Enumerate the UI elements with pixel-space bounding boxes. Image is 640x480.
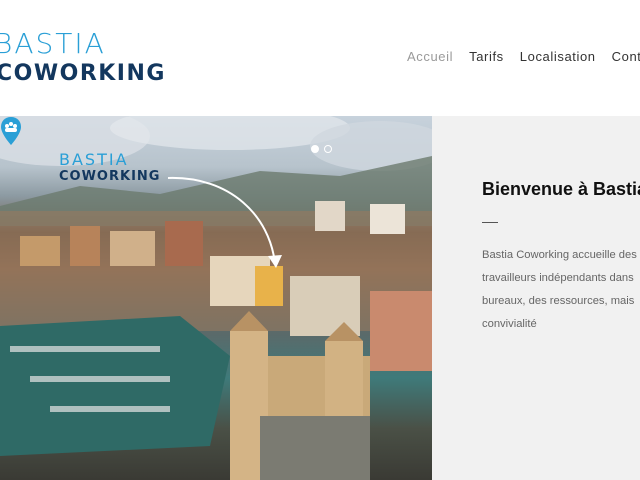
title-divider xyxy=(482,222,498,223)
hero-logo-bastia: BASTIA xyxy=(59,150,129,169)
nav-contact[interactable]: Contact xyxy=(612,49,640,64)
hero-slider[interactable]: BASTIA COWORKING xyxy=(0,116,432,480)
nav-localisation[interactable]: Localisation xyxy=(520,49,596,64)
logo-bastia[interactable]: BASTIA xyxy=(0,28,106,60)
welcome-line-2: travailleurs indépendants dans xyxy=(482,272,634,284)
welcome-title: Bienvenue à Bastia Coworking xyxy=(482,179,640,199)
slide-dot-1[interactable] xyxy=(311,145,319,153)
nav-accueil[interactable]: Accueil xyxy=(407,49,453,64)
welcome-text: Bastia Coworking accueille des travaille… xyxy=(482,244,640,336)
slide-dot-2[interactable] xyxy=(324,145,332,153)
logo-coworking[interactable]: COWORKING xyxy=(0,61,166,87)
welcome-panel: Bienvenue à Bastia Coworking Bastia Cowo… xyxy=(432,116,640,480)
hero-logo-coworking: COWORKING xyxy=(59,169,161,184)
welcome-line-3: bureaux, des ressources, mais xyxy=(482,295,635,307)
slider-dots xyxy=(311,145,332,153)
welcome-line-1: Bastia Coworking accueille des xyxy=(482,249,637,261)
site-header: BASTIA COWORKING Accueil Tarifs Localisa… xyxy=(0,0,640,116)
location-pin-icon xyxy=(1,117,21,145)
welcome-line-4: convivialité xyxy=(482,318,537,330)
main-nav: Accueil Tarifs Localisation Contact xyxy=(407,49,640,64)
nav-tarifs[interactable]: Tarifs xyxy=(469,49,504,64)
